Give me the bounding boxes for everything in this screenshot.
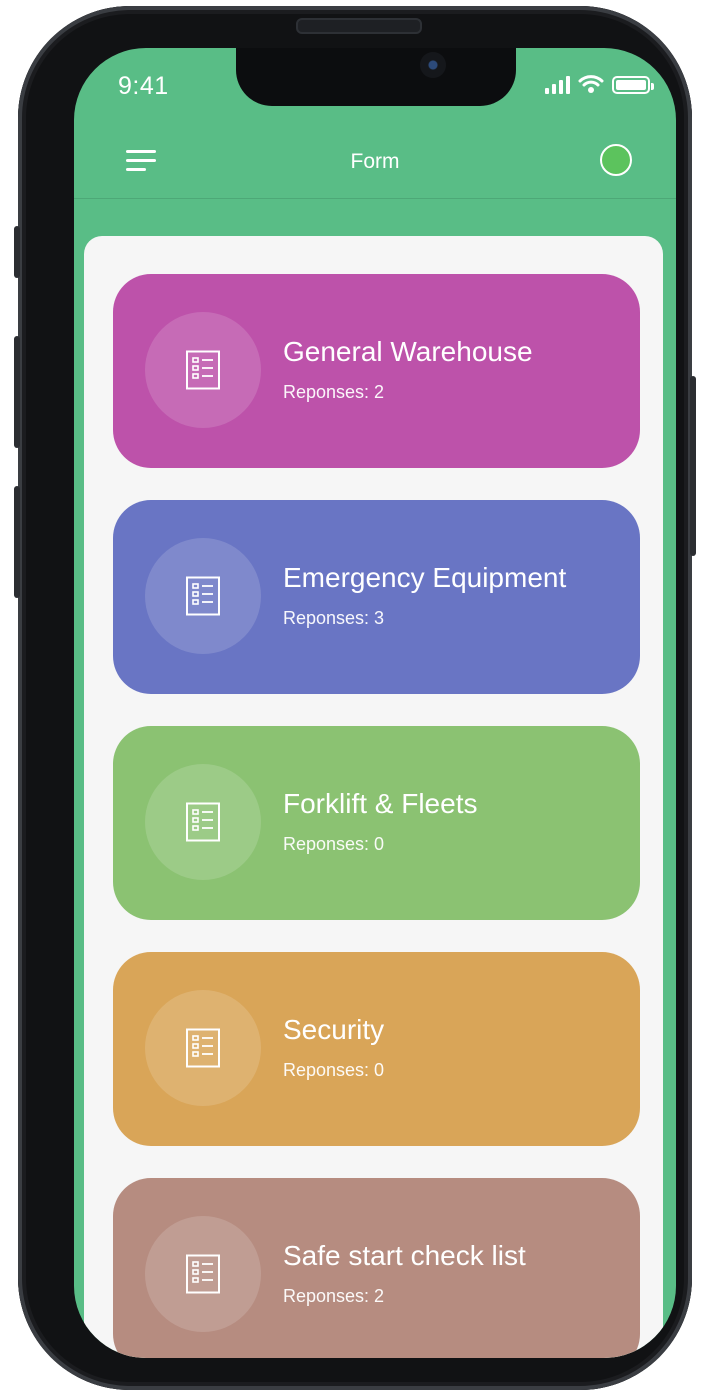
page-title: Form xyxy=(350,150,400,173)
form-responses: Reponses: 2 xyxy=(283,382,385,402)
checklist-icon xyxy=(186,576,220,616)
form-icon-circle xyxy=(145,538,261,654)
front-camera xyxy=(420,52,446,78)
form-responses: Reponses: 3 xyxy=(283,608,385,628)
checklist-icon xyxy=(186,1028,220,1068)
form-card[interactable]: Security Reponses: 0 xyxy=(113,952,640,1146)
status-time: 9:41 xyxy=(118,72,169,100)
notch xyxy=(236,48,516,106)
form-responses: Reponses: 0 xyxy=(283,834,385,854)
mute-switch xyxy=(14,226,20,278)
form-card[interactable]: General Warehouse Reponses: 2 xyxy=(113,274,640,468)
form-name: Forklift & Fleets xyxy=(283,788,478,819)
avatar[interactable] xyxy=(600,144,632,176)
battery-icon xyxy=(612,76,654,94)
form-card[interactable]: Safe start check list Reponses: 2 xyxy=(113,1178,640,1358)
form-name: Security xyxy=(283,1014,385,1045)
form-card[interactable]: Emergency Equipment Reponses: 3 xyxy=(113,500,640,694)
app-header: Form xyxy=(74,132,676,199)
signal-icon xyxy=(545,74,570,94)
form-card[interactable]: Forklift & Fleets Reponses: 0 xyxy=(113,726,640,920)
checklist-icon xyxy=(186,802,220,842)
form-name: Emergency Equipment xyxy=(283,562,567,593)
form-icon-circle xyxy=(145,764,261,880)
form-icon-circle xyxy=(145,312,261,428)
wifi-icon xyxy=(578,75,604,93)
checklist-icon xyxy=(186,350,220,390)
forms-list: General Warehouse Reponses: 2 Emergency … xyxy=(84,236,663,1358)
form-icon-circle xyxy=(145,990,261,1106)
checklist-icon xyxy=(186,1254,220,1294)
volume-down-button xyxy=(14,486,20,598)
form-responses: Reponses: 2 xyxy=(283,1286,385,1306)
volume-up-button xyxy=(14,336,20,448)
earpiece-speaker xyxy=(296,18,422,34)
form-name: Safe start check list xyxy=(283,1240,526,1271)
power-button xyxy=(690,376,696,556)
app-screen: 9:41 Form General Warehouse Reponses: 2 … xyxy=(74,48,676,1358)
form-responses: Reponses: 0 xyxy=(283,1060,385,1080)
form-icon-circle xyxy=(145,1216,261,1332)
phone-frame: 9:41 Form General Warehouse Reponses: 2 … xyxy=(14,6,696,1390)
status-icons xyxy=(545,74,654,94)
form-name: General Warehouse xyxy=(283,336,533,367)
